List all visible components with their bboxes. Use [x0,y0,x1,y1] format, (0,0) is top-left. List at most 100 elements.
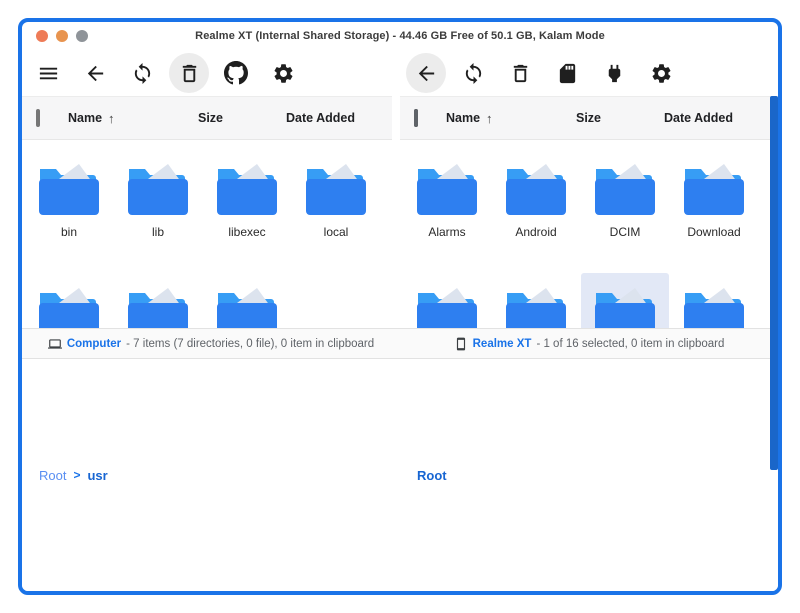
local-breadcrumb: Root > usr [22,468,400,483]
folder-icon [680,161,748,217]
device-status: Realme XT - 1 of 16 selected, 0 item in … [400,337,778,351]
device-sort-by-size[interactable]: Size [576,111,664,125]
folder-icon [124,161,192,217]
folder-icon [591,161,659,217]
breadcrumb-item[interactable]: Root [417,468,447,483]
window-controls [36,30,88,42]
menu-icon [37,62,60,85]
file-item[interactable]: share [114,273,202,328]
breadcrumb-item[interactable]: > usr [73,468,107,483]
local-pane: Name ↑ Size Date Added [22,96,392,328]
local-select-all-checkbox[interactable] [36,109,40,127]
file-name: Android [515,225,556,239]
local-settings-button[interactable] [263,53,303,93]
folder-icon [35,161,103,217]
file-item[interactable]: local [292,149,380,271]
folder-icon [502,161,570,217]
device-back-button[interactable] [406,53,446,93]
device-pane: Name ↑ Size Date Added [400,96,778,328]
github-button[interactable] [216,53,256,93]
file-name: Alarms [428,225,465,239]
file-item[interactable]: standalone [203,273,291,328]
device-link[interactable]: Realme XT [473,338,532,350]
folder-icon [502,285,570,328]
folder-icon [213,161,281,217]
file-item[interactable]: bin [25,149,113,271]
close-window-button[interactable] [36,30,48,42]
device-toolbar [400,53,778,93]
settings-icon [650,62,673,85]
local-back-button[interactable] [75,53,115,93]
file-item[interactable]: Android [492,149,580,271]
maximize-window-button[interactable] [76,30,88,42]
file-item[interactable]: Movies [403,273,491,328]
local-column-header: Name ↑ Size Date Added [22,96,392,140]
breadcrumb-bar: Root > usr Root [22,358,778,591]
local-delete-button[interactable] [169,53,209,93]
status-bar: Computer - 7 items (7 directories, 0 fil… [22,328,778,358]
local-sort-by-date[interactable]: Date Added [286,111,392,125]
device-refresh-button[interactable] [453,53,493,93]
file-item[interactable]: lib [114,149,202,271]
power-plug-icon [603,62,626,85]
device-status-text: - 1 of 16 selected, 0 item in clipboard [536,338,724,350]
delete-icon [178,62,201,85]
file-item[interactable]: Alarms [403,149,491,271]
local-sort-by-name[interactable]: Name ↑ [68,111,198,126]
toolbar-row [22,50,778,96]
window-title: Realme XT (Internal Shared Storage) - 44… [195,30,605,42]
file-item[interactable]: sbin [25,273,113,328]
file-item[interactable]: DCIM [581,149,669,271]
file-name: bin [61,225,77,239]
local-status-text: - 7 items (7 directories, 0 file), 0 ite… [126,338,374,350]
folder-icon [591,285,659,328]
folder-icon [680,285,748,328]
smartphone-icon [454,337,468,351]
folder-icon [413,161,481,217]
name-column-label: Name [68,111,102,125]
file-name: Download [687,225,740,239]
local-refresh-button[interactable] [122,53,162,93]
file-name: lib [152,225,164,239]
file-item[interactable]: Notifications [670,273,758,328]
github-icon [224,61,248,85]
device-breadcrumb: Root [400,468,778,483]
minimize-window-button[interactable] [56,30,68,42]
file-name: local [324,225,349,239]
disconnect-device-button[interactable] [594,53,634,93]
local-status: Computer - 7 items (7 directories, 0 fil… [22,337,400,351]
local-toolbar [22,53,400,93]
local-sort-by-size[interactable]: Size [198,111,286,125]
device-column-header: Name ↑ Size Date Added [400,96,778,140]
device-settings-button[interactable] [641,53,681,93]
device-sort-by-name[interactable]: Name ↑ [446,111,576,126]
file-item[interactable]: mtp-test-files [492,273,580,328]
file-item[interactable]: Music [581,273,669,328]
delete-icon [509,62,532,85]
local-device-link[interactable]: Computer [67,338,121,350]
folder-icon [35,285,103,328]
device-delete-button[interactable] [500,53,540,93]
name-column-label: Name [446,111,480,125]
device-sort-by-date[interactable]: Date Added [664,111,778,125]
settings-icon [272,62,295,85]
folder-icon [124,285,192,328]
file-item[interactable]: Download [670,149,758,271]
local-file-grid: bin lib [22,140,392,328]
sort-ascending-icon: ↑ [486,111,493,126]
file-item[interactable]: libexec [203,149,291,271]
device-pane-scrollbar[interactable] [770,96,778,470]
menu-button[interactable] [28,53,68,93]
title-bar: Realme XT (Internal Shared Storage) - 44… [22,22,778,50]
folder-icon [213,285,281,328]
refresh-icon [462,62,485,85]
folder-icon [413,285,481,328]
breadcrumb-item[interactable]: Root [39,468,66,483]
file-panes: Name ↑ Size Date Added [22,96,778,328]
device-select-all-checkbox[interactable] [414,109,418,127]
file-name: libexec [228,225,265,239]
sd-card-icon [556,62,579,85]
app-window: Realme XT (Internal Shared Storage) - 44… [18,18,782,595]
arrow-back-icon [415,62,438,85]
storage-select-button[interactable] [547,53,587,93]
